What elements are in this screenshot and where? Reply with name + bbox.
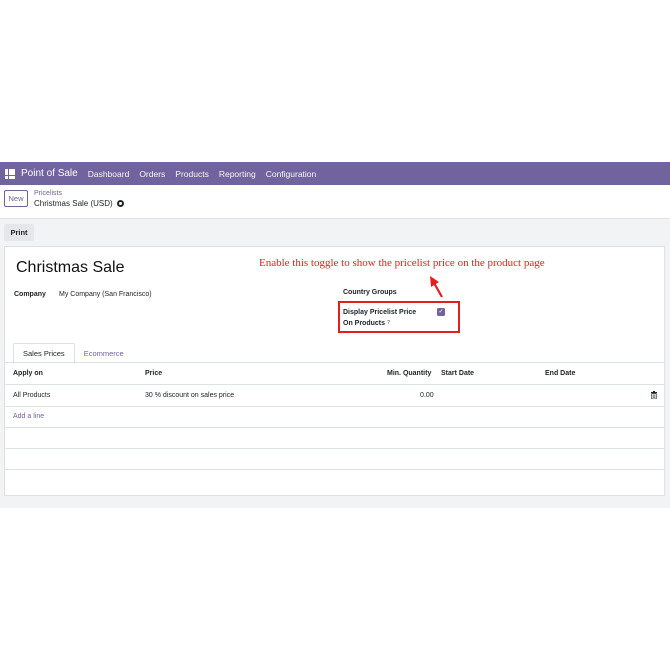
- col-start-date[interactable]: Start Date: [441, 370, 474, 377]
- app-brand[interactable]: Point of Sale: [21, 168, 78, 179]
- tab-sales-prices[interactable]: Sales Prices: [13, 343, 75, 363]
- record-title[interactable]: Christmas Sale: [16, 259, 124, 277]
- col-end-date[interactable]: End Date: [545, 370, 575, 377]
- new-button[interactable]: New: [4, 190, 28, 207]
- nav-products[interactable]: Products: [175, 169, 209, 179]
- nav-reporting[interactable]: Reporting: [219, 169, 256, 179]
- country-groups-label: Country Groups: [343, 289, 397, 296]
- top-navbar: Point of Sale Dashboard Orders Products …: [0, 162, 670, 185]
- cell-min-quantity: 0.00: [420, 392, 434, 399]
- display-pricelist-label: Display Pricelist Price On Products ?: [343, 307, 433, 329]
- annotation-arrow-icon: [430, 276, 443, 298]
- company-field[interactable]: My Company (San Francisco): [59, 291, 152, 298]
- display-pricelist-checkbox[interactable]: ✓: [437, 308, 445, 316]
- cell-apply-on: All Products: [13, 392, 51, 399]
- col-price[interactable]: Price: [145, 370, 162, 377]
- annotation-text: Enable this toggle to show the pricelist…: [259, 257, 545, 269]
- print-button[interactable]: Print: [4, 224, 34, 241]
- col-apply-on[interactable]: Apply on: [13, 370, 43, 377]
- breadcrumb-current-label: Christmas Sale (USD): [34, 199, 113, 208]
- nav-dashboard[interactable]: Dashboard: [88, 169, 130, 179]
- trash-icon[interactable]: [651, 391, 657, 399]
- control-panel: New Pricelists Christmas Sale (USD): [0, 185, 670, 219]
- form-sheet: Christmas Sale Enable this toggle to sho…: [4, 246, 665, 496]
- display-pricelist-label-line1: Display Pricelist Price: [343, 309, 417, 316]
- add-line-row: Add a line: [5, 406, 664, 428]
- tab-divider: [5, 362, 664, 363]
- table-header: Apply on Price Min. Quantity Start Date …: [5, 364, 664, 385]
- breadcrumb-current: Christmas Sale (USD): [34, 199, 124, 208]
- apps-menu-icon[interactable]: [5, 168, 15, 179]
- empty-row: [5, 427, 664, 449]
- notebook-tabs: Sales Prices Ecommerce: [13, 343, 133, 363]
- display-pricelist-label-line2: On Products: [343, 320, 386, 327]
- help-tooltip-icon[interactable]: ?: [387, 320, 390, 326]
- tab-ecommerce[interactable]: Ecommerce: [75, 343, 133, 363]
- nav-orders[interactable]: Orders: [139, 169, 165, 179]
- company-label: Company: [14, 291, 46, 298]
- table-row[interactable]: All Products 30 % discount on sales pric…: [5, 385, 664, 407]
- app-container: Point of Sale Dashboard Orders Products …: [0, 162, 670, 508]
- add-line-link[interactable]: Add a line: [13, 413, 44, 420]
- breadcrumb-parent[interactable]: Pricelists: [34, 190, 62, 197]
- col-min-quantity[interactable]: Min. Quantity: [387, 370, 431, 377]
- empty-row: [5, 448, 664, 470]
- cell-price: 30 % discount on sales price: [145, 392, 235, 399]
- gear-icon[interactable]: [116, 200, 124, 207]
- nav-configuration[interactable]: Configuration: [266, 169, 317, 179]
